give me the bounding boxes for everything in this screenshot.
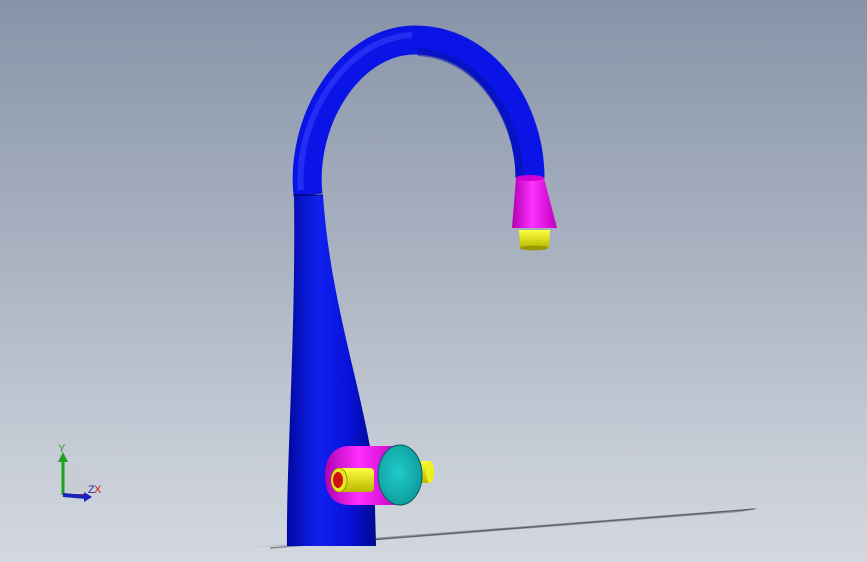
aerator-nozzle-bottom — [520, 245, 548, 251]
mixer-inner-core — [333, 472, 343, 488]
aerator-cone-top — [516, 175, 544, 181]
mixer-cap[interactable] — [377, 444, 423, 506]
aerator-cone[interactable] — [512, 178, 557, 228]
z-axis-icon — [62, 493, 87, 499]
graphics-viewport[interactable]: Y Z X — [0, 0, 867, 562]
spout-tube[interactable] — [292, 25, 545, 197]
triad-fan — [63, 465, 90, 492]
faucet-model[interactable] — [0, 0, 867, 562]
y-axis-label: Y — [58, 443, 66, 455]
x-axis-label: X — [94, 484, 102, 496]
aerator-nozzle[interactable] — [519, 230, 550, 248]
mixer-rear-stem-cap — [426, 461, 434, 483]
reference-triad[interactable]: Y Z X — [50, 440, 110, 510]
